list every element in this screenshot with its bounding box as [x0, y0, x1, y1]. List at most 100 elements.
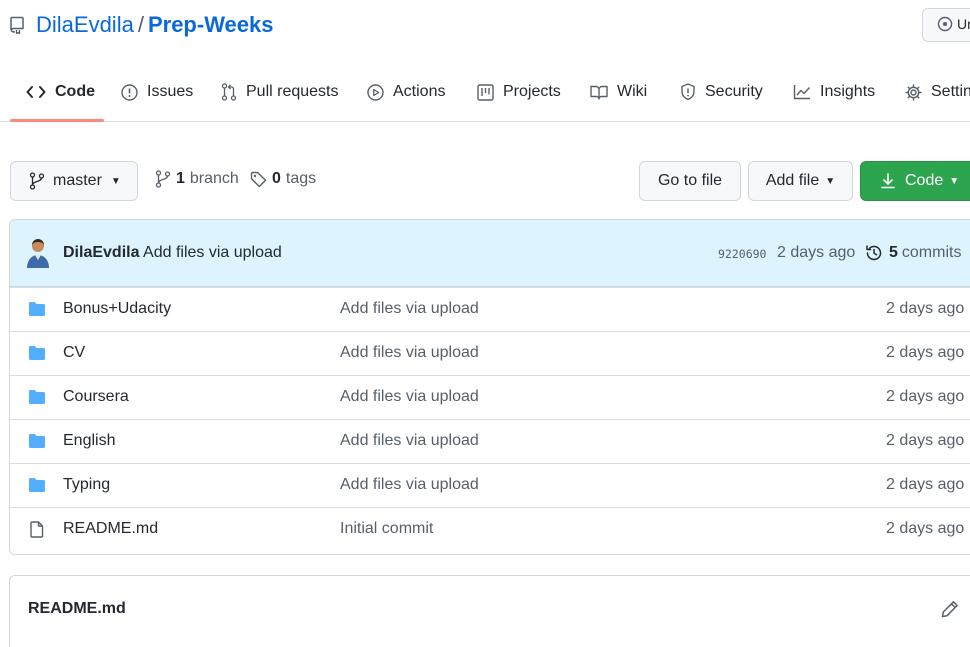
commit-message: DilaEvdila Add files via upload [63, 244, 282, 262]
commit-time: 2 days ago [777, 244, 856, 261]
tab-label: Projects [503, 83, 561, 100]
file-commit-message-link[interactable]: Add files via upload [340, 432, 479, 450]
tab-insights[interactable]: Insights [793, 62, 875, 122]
commit-author-link[interactable]: DilaEvdila [63, 244, 139, 261]
tab-label: Security [705, 83, 763, 100]
eye-icon [937, 16, 953, 32]
tab-label: Wiki [617, 83, 648, 100]
file-commit-message-link[interactable]: Add files via upload [340, 300, 479, 318]
file-row[interactable]: Typing Add files via upload 2 days ago [10, 463, 970, 507]
commit-sha-link[interactable]: 9220690 [718, 247, 766, 261]
repo-header: DilaEvdila/Prep-Weeks Un [0, 0, 970, 60]
tab-pull-requests[interactable]: Pull requests [221, 62, 339, 122]
code-download-button[interactable]: Code ▼ [860, 161, 970, 201]
add-file-button[interactable]: Add file ▼ [748, 161, 853, 201]
folder-icon [29, 434, 45, 448]
tab-code[interactable]: Code [26, 62, 95, 122]
tab-security[interactable]: Security [680, 62, 763, 122]
file-age: 2 days ago [886, 300, 965, 317]
shield-icon [681, 83, 695, 101]
file-name-link[interactable]: CV [63, 344, 85, 362]
file-row[interactable]: Bonus+Udacity Add files via upload 2 day… [10, 287, 970, 331]
repo-owner-link[interactable]: DilaEvdila [36, 12, 134, 37]
folder-icon [29, 478, 45, 492]
file-row[interactable]: Coursera Add files via upload 2 days ago [10, 375, 970, 419]
tab-label: Issues [147, 83, 194, 100]
branch-icon [155, 170, 171, 188]
branch-count-label: branch [189, 170, 239, 187]
file-age: 2 days ago [886, 344, 965, 361]
readme-title: README.md [28, 600, 126, 617]
pencil-icon[interactable] [941, 600, 959, 618]
avatar[interactable] [25, 238, 51, 268]
download-icon [881, 173, 895, 189]
tag-count-label: tags [285, 170, 317, 187]
branch-name: master [53, 172, 102, 189]
repo-icon [10, 16, 24, 34]
history-icon [866, 245, 882, 261]
pull-request-icon [221, 83, 237, 101]
tag-icon [250, 171, 267, 187]
watch-button[interactable]: Un [922, 8, 970, 42]
latest-commit-bar: DilaEvdila Add files via upload 9220690 … [10, 220, 970, 287]
commits-link[interactable]: 5 commits [865, 244, 961, 262]
file-age: 2 days ago [886, 388, 965, 405]
watch-label: Un [957, 16, 970, 32]
branch-count: 1 [176, 170, 185, 187]
folder-icon [29, 346, 45, 360]
file-commit-message-link[interactable]: Initial commit [340, 520, 433, 538]
tab-projects[interactable]: Projects [477, 62, 561, 122]
tab-label: Insights [820, 83, 876, 100]
go-to-file-label: Go to file [657, 172, 723, 189]
tab-label: Code [55, 83, 95, 100]
repo-name-link[interactable]: Prep-Weeks [148, 12, 274, 37]
file-commit-message-link[interactable]: Add files via upload [340, 344, 479, 362]
repo-separator: / [137, 12, 144, 37]
tab-issues[interactable]: Issues [121, 62, 193, 122]
commit-count: 5 [889, 244, 898, 261]
file-name-link[interactable]: Bonus+Udacity [63, 300, 171, 318]
file-icon [30, 521, 44, 538]
folder-icon [29, 390, 45, 404]
tab-wiki[interactable]: Wiki [590, 62, 647, 122]
folder-icon [29, 302, 45, 316]
tags-link[interactable]: 0 tags [250, 170, 316, 188]
add-file-label: Add file [765, 172, 820, 189]
commit-count-label: commits [901, 244, 962, 261]
caret-down-icon: ▼ [949, 175, 960, 187]
project-icon [477, 83, 494, 101]
branch-select-button[interactable]: master ▼ [10, 161, 138, 201]
file-row[interactable]: README.md Initial commit 2 days ago [10, 507, 970, 551]
issue-icon [121, 83, 138, 101]
play-icon [367, 83, 384, 101]
file-name-link[interactable]: README.md [63, 520, 158, 538]
file-commit-message-link[interactable]: Add files via upload [340, 476, 479, 494]
file-name-link[interactable]: English [63, 432, 115, 450]
tab-label: Pull requests [246, 83, 339, 100]
file-row[interactable]: English Add files via upload 2 days ago [10, 419, 970, 463]
file-name-link[interactable]: Coursera [63, 388, 129, 406]
caret-down-icon: ▼ [110, 175, 121, 187]
graph-icon [793, 85, 811, 100]
tab-actions[interactable]: Actions [367, 62, 445, 122]
code-icon [26, 86, 46, 98]
branches-link[interactable]: 1 branch [155, 170, 239, 188]
commit-message-link[interactable]: Add files via upload [143, 244, 282, 261]
branch-icon [29, 172, 45, 190]
tag-count: 0 [272, 170, 281, 187]
repo-title: DilaEvdila / Prep-Weeks [36, 10, 274, 40]
caret-down-icon: ▼ [825, 175, 836, 187]
file-commit-message-link[interactable]: Add files via upload [340, 388, 479, 406]
gear-icon [905, 83, 922, 101]
code-button-label: Code [905, 172, 944, 189]
tab-label: Actions [393, 83, 446, 100]
active-tab-indicator [10, 119, 104, 122]
tab-label: Settin [931, 83, 970, 100]
go-to-file-button[interactable]: Go to file [639, 161, 741, 201]
tab-settings[interactable]: Settin [905, 62, 970, 122]
file-age: 2 days ago [886, 476, 965, 493]
file-row[interactable]: CV Add files via upload 2 days ago [10, 331, 970, 375]
readme-box: README.md [9, 575, 970, 647]
file-name-link[interactable]: Typing [63, 476, 110, 494]
file-age: 2 days ago [886, 432, 965, 449]
